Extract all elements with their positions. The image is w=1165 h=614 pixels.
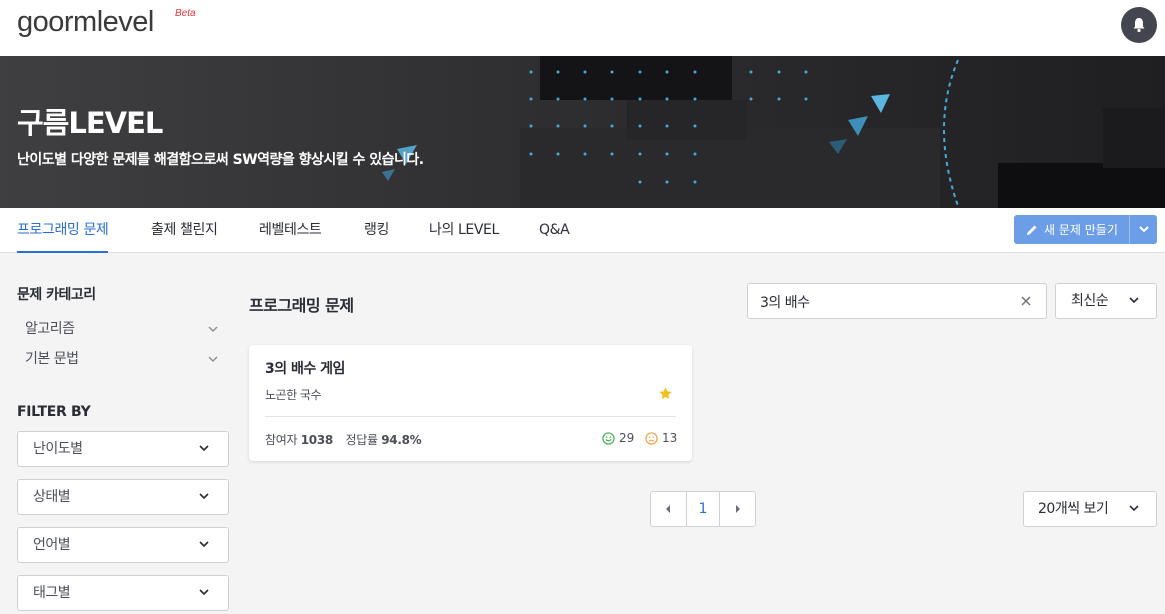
star-icon[interactable] xyxy=(658,386,673,401)
new-problem-button[interactable]: 새 문제 만들기 xyxy=(1014,215,1157,244)
problem-title[interactable]: 3의 배수 게임 xyxy=(265,358,345,378)
hero-subtitle: 난이도별 다양한 문제를 해결함으로써 SW역량을 향상시킬 수 있습니다. xyxy=(17,152,424,168)
filter-difficulty[interactable]: 난이도별 xyxy=(17,431,229,467)
close-icon[interactable] xyxy=(1020,295,1032,307)
tab-ranking[interactable]: 랭킹 xyxy=(364,208,389,253)
tab-programming-problems[interactable]: 프로그래밍 문제 xyxy=(17,208,109,253)
new-problem-label: 새 문제 만들기 xyxy=(1044,223,1118,237)
category-basic-syntax[interactable]: 기본 문법 xyxy=(25,348,79,368)
tab-qna[interactable]: Q&A xyxy=(539,208,570,253)
problem-card[interactable]: 3의 배수 게임 노곤한 국수 참여자 1038 정답률 94.8% 29 13 xyxy=(249,345,692,461)
frown-icon xyxy=(645,431,658,445)
chevron-down-icon xyxy=(1129,505,1139,512)
chevron-down-icon xyxy=(199,541,209,548)
category-title: 문제 카테고리 xyxy=(17,287,96,303)
chevron-down-icon[interactable] xyxy=(207,325,219,333)
category-algorithm[interactable]: 알고리즘 xyxy=(25,318,75,338)
dislike-count: 13 xyxy=(645,431,677,445)
caret-left-icon xyxy=(666,505,671,513)
sort-label: 최신순 xyxy=(1071,293,1109,309)
sort-select[interactable]: 최신순 xyxy=(1055,283,1157,319)
problem-author: 노곤한 국수 xyxy=(265,388,322,402)
accuracy-label: 정답률 xyxy=(345,433,378,447)
notification-button[interactable] xyxy=(1121,7,1157,43)
chevron-down-icon xyxy=(1129,297,1139,304)
per-page-label: 20개씩 보기 xyxy=(1038,501,1109,517)
pagination: 1 xyxy=(650,491,756,527)
search-input[interactable] xyxy=(760,292,1010,312)
filter-label: 상태별 xyxy=(33,489,71,505)
hero-banner: 구름LEVEL 난이도별 다양한 문제를 해결함으로써 SW역량을 향상시킬 수… xyxy=(0,56,1165,208)
problem-stats: 참여자 1038 정답률 94.8% xyxy=(265,431,422,448)
pencil-icon xyxy=(1027,225,1037,235)
filter-status[interactable]: 상태별 xyxy=(17,479,229,515)
page-number[interactable]: 1 xyxy=(685,492,721,526)
filter-label: 언어별 xyxy=(33,537,71,553)
tab-my-level[interactable]: 나의 LEVEL xyxy=(429,208,499,253)
smile-icon xyxy=(602,431,615,445)
participants-label: 참여자 xyxy=(265,433,298,447)
hero-title: 구름LEVEL xyxy=(17,106,163,140)
like-count: 29 xyxy=(602,431,634,445)
filter-tag[interactable]: 태그별 xyxy=(17,575,229,611)
tab-challenge[interactable]: 출제 챌린지 xyxy=(151,208,218,253)
tab-level-test[interactable]: 레벨테스트 xyxy=(259,208,322,253)
card-divider xyxy=(265,416,676,417)
chevron-down-icon[interactable] xyxy=(1138,224,1150,234)
button-divider xyxy=(1129,215,1130,244)
like-value: 29 xyxy=(619,431,635,445)
beta-badge: Beta xyxy=(175,8,196,19)
filter-label: 태그별 xyxy=(33,585,71,601)
page-title: 프로그래밍 문제 xyxy=(249,296,354,315)
participants-count: 1038 xyxy=(300,433,334,447)
filter-by-title: FILTER BY xyxy=(17,404,91,420)
next-page-button[interactable] xyxy=(720,492,755,526)
filter-label: 난이도별 xyxy=(33,441,83,457)
accuracy-value: 94.8% xyxy=(381,433,422,447)
bell-icon xyxy=(1133,18,1145,33)
chevron-down-icon[interactable] xyxy=(207,355,219,363)
top-bar: goormlevel Beta xyxy=(0,0,1165,56)
prev-page-button[interactable] xyxy=(651,492,686,526)
main-nav: 프로그래밍 문제 출제 챌린지 레벨테스트 랭킹 나의 LEVEL Q&A 새 … xyxy=(0,208,1165,253)
chevron-down-icon xyxy=(199,445,209,452)
chevron-down-icon xyxy=(199,493,209,500)
per-page-select[interactable]: 20개씩 보기 xyxy=(1023,491,1157,527)
search-box xyxy=(747,283,1047,319)
caret-right-icon xyxy=(735,505,740,513)
goormlevel-logo[interactable]: goormlevel xyxy=(17,6,154,39)
filter-language[interactable]: 언어별 xyxy=(17,527,229,563)
chevron-down-icon xyxy=(199,589,209,596)
dislike-value: 13 xyxy=(662,431,678,445)
hero-decoration xyxy=(382,56,1165,208)
